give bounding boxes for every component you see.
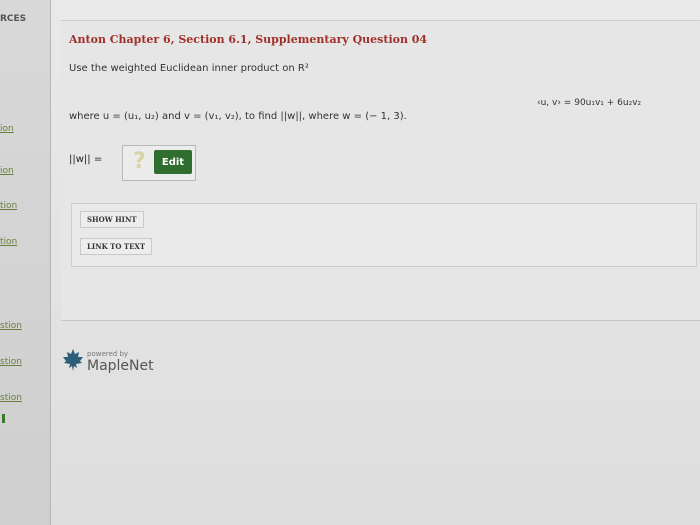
answer-box[interactable]: ? Edit (122, 145, 196, 181)
sidebar-item-4[interactable]: tion (0, 237, 17, 247)
inner-product-formula: ‹u, v› = 90u₁v₁ + 6u₂v₂ (537, 98, 642, 108)
question-panel: Anton Chapter 6, Section 6.1, Supplement… (61, 20, 700, 321)
unanswered-icon: ? (133, 149, 146, 174)
maplenet-logo: powered by MapleNet (61, 348, 154, 376)
sidebar-item-5[interactable]: stion (0, 321, 22, 331)
question-body: where u = (u₁, u₂) and v = (v₁, v₂), to … (69, 111, 407, 122)
sidebar-item-7[interactable]: stion (0, 393, 22, 403)
question-intro: Use the weighted Euclidean inner product… (69, 63, 309, 74)
main-content: Anton Chapter 6, Section 6.1, Supplement… (51, 0, 700, 525)
sidebar-header: RCES (0, 14, 27, 24)
edit-button[interactable]: Edit (154, 150, 192, 174)
maple-leaf-icon (63, 349, 83, 371)
divider (61, 320, 700, 321)
current-item-marker (2, 414, 5, 423)
sidebar-item-1[interactable]: ion (0, 124, 14, 134)
sidebar-item-2[interactable]: ion (0, 166, 14, 176)
question-title: Anton Chapter 6, Section 6.1, Supplement… (69, 33, 428, 46)
sidebar-item-6[interactable]: stion (0, 357, 22, 367)
sidebar: RCES ion ion tion tion stion stion stion (0, 0, 51, 525)
show-hint-button[interactable]: SHOW HINT (80, 211, 144, 228)
hint-block: SHOW HINT LINK TO TEXT (71, 203, 697, 267)
powered-by-text: powered by (87, 350, 129, 358)
sidebar-item-3[interactable]: tion (0, 201, 17, 211)
maplenet-name: MapleNet (87, 358, 154, 374)
answer-label: ||w|| = (69, 154, 103, 165)
link-to-text-button[interactable]: LINK TO TEXT (80, 238, 153, 255)
